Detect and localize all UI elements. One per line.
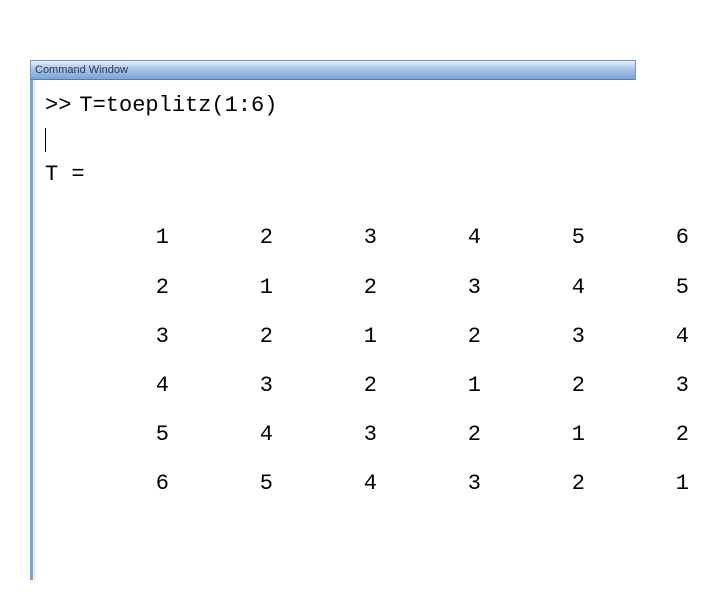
result-label: T = bbox=[45, 157, 709, 192]
text-cursor bbox=[45, 128, 46, 152]
command-text: T=toeplitz(1:6) bbox=[79, 88, 277, 123]
matrix-cell: 1 bbox=[85, 220, 189, 255]
matrix-cell: 1 bbox=[501, 417, 605, 452]
command-window[interactable]: >> T=toeplitz(1:6) T = 1 2 3 4 5 6 2 bbox=[30, 80, 719, 580]
matrix-cell: 3 bbox=[189, 368, 293, 403]
cursor-line bbox=[45, 123, 709, 153]
matrix-cell: 5 bbox=[189, 466, 293, 501]
prompt-line: >> T=toeplitz(1:6) bbox=[45, 88, 709, 123]
matrix-cell: 3 bbox=[501, 319, 605, 354]
matrix-row: 3 2 1 2 3 4 bbox=[85, 319, 709, 354]
matrix-row: 5 4 3 2 1 2 bbox=[85, 417, 709, 452]
matrix-cell: 3 bbox=[397, 270, 501, 305]
matrix-cell: 2 bbox=[605, 417, 709, 452]
matrix-cell: 4 bbox=[189, 417, 293, 452]
matrix-cell: 1 bbox=[397, 368, 501, 403]
matrix-cell: 1 bbox=[293, 319, 397, 354]
matrix-cell: 2 bbox=[397, 319, 501, 354]
matrix-cell: 2 bbox=[189, 220, 293, 255]
matrix-cell: 4 bbox=[85, 368, 189, 403]
matrix-cell: 3 bbox=[397, 466, 501, 501]
matrix-cell: 5 bbox=[501, 220, 605, 255]
matrix-cell: 4 bbox=[605, 319, 709, 354]
matrix-cell: 4 bbox=[501, 270, 605, 305]
matrix-cell: 5 bbox=[85, 417, 189, 452]
matrix-cell: 2 bbox=[501, 466, 605, 501]
matrix-cell: 3 bbox=[293, 220, 397, 255]
window-title-bar: Command Window bbox=[30, 60, 636, 80]
matrix-cell: 3 bbox=[85, 319, 189, 354]
matrix-cell: 1 bbox=[189, 270, 293, 305]
matrix-cell: 2 bbox=[293, 270, 397, 305]
matrix-cell: 1 bbox=[605, 466, 709, 501]
matrix-cell: 2 bbox=[293, 368, 397, 403]
matrix-cell: 5 bbox=[605, 270, 709, 305]
matrix-row: 4 3 2 1 2 3 bbox=[85, 368, 709, 403]
matrix-cell: 6 bbox=[605, 220, 709, 255]
matrix-cell: 3 bbox=[293, 417, 397, 452]
matrix-cell: 2 bbox=[397, 417, 501, 452]
matrix-cell: 2 bbox=[501, 368, 605, 403]
console-content[interactable]: >> T=toeplitz(1:6) T = 1 2 3 4 5 6 2 bbox=[35, 80, 719, 580]
window-title: Command Window bbox=[35, 64, 128, 76]
matrix-cell: 2 bbox=[189, 319, 293, 354]
matrix-cell: 2 bbox=[85, 270, 189, 305]
matrix-output: 1 2 3 4 5 6 2 1 2 3 4 5 3 2 bbox=[85, 220, 709, 501]
matrix-cell: 6 bbox=[85, 466, 189, 501]
matrix-row: 6 5 4 3 2 1 bbox=[85, 466, 709, 501]
matrix-row: 2 1 2 3 4 5 bbox=[85, 270, 709, 305]
matrix-row: 1 2 3 4 5 6 bbox=[85, 220, 709, 255]
matrix-cell: 4 bbox=[293, 466, 397, 501]
matrix-cell: 4 bbox=[397, 220, 501, 255]
matrix-cell: 3 bbox=[605, 368, 709, 403]
prompt-symbol: >> bbox=[45, 88, 71, 123]
